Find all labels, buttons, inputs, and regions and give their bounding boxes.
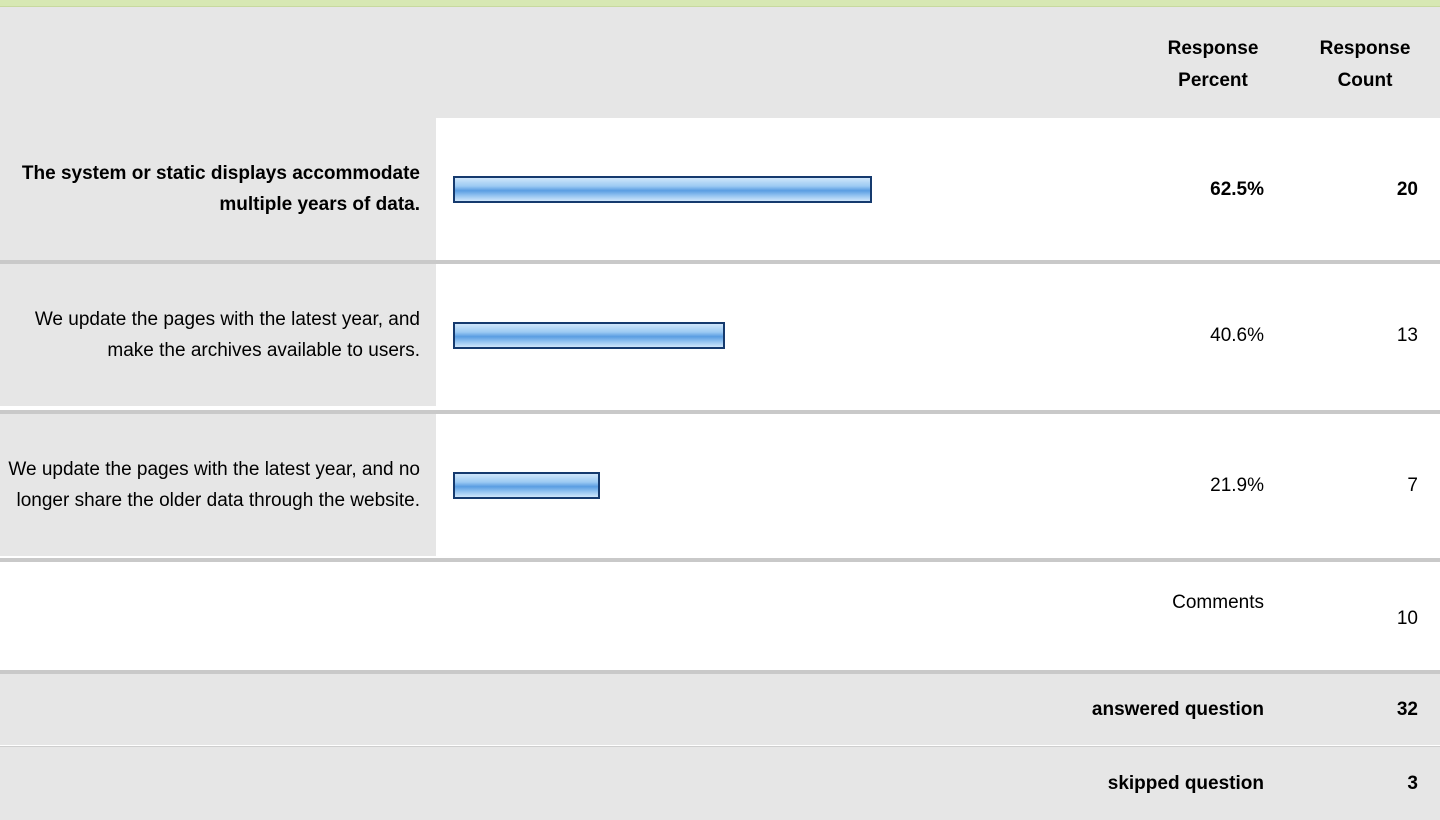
response-count-header: Response Count: [1319, 38, 1411, 91]
skipped-question-value: 3: [1407, 772, 1418, 794]
answered-question-label: answered question: [1091, 698, 1264, 720]
answer-choice-cell: We update the pages with the latest year…: [0, 414, 436, 556]
answer-choice-label: The system or static displays accommodat…: [21, 163, 420, 215]
response-percent-header: Response Percent: [1167, 38, 1259, 91]
table-header: Response Percent Response Count: [0, 7, 1440, 118]
answer-choice-cell: We update the pages with the latest year…: [0, 264, 436, 406]
answered-question-value: 32: [1396, 698, 1418, 720]
response-bar: [453, 472, 600, 499]
response-percent-value: 40.6%: [1210, 325, 1264, 346]
response-bar: [453, 322, 725, 349]
response-count-value: 13: [1396, 325, 1418, 346]
response-count-value: 7: [1407, 475, 1418, 496]
response-percent-value: 21.9%: [1210, 475, 1264, 496]
comments-count: 10: [1396, 608, 1418, 629]
row-divider: [0, 558, 1440, 562]
response-row: We update the pages with the latest year…: [0, 414, 1440, 556]
answer-choice-label: We update the pages with the latest year…: [34, 309, 420, 361]
answer-choice-label: We update the pages with the latest year…: [8, 459, 420, 511]
response-row: We update the pages with the latest year…: [0, 264, 1440, 406]
comments-label[interactable]: Comments: [1172, 592, 1264, 614]
answered-question-row: answered question 32: [0, 674, 1440, 745]
top-accent-line: [0, 0, 1440, 7]
answer-choice-cell: The system or static displays accommodat…: [0, 118, 436, 260]
response-count-value: 20: [1396, 179, 1418, 200]
response-bar: [453, 176, 872, 203]
skipped-question-row: skipped question 3: [0, 746, 1440, 820]
response-percent-value: 62.5%: [1210, 179, 1264, 200]
response-row: The system or static displays accommodat…: [0, 118, 1440, 260]
skipped-question-label: skipped question: [1107, 772, 1264, 794]
